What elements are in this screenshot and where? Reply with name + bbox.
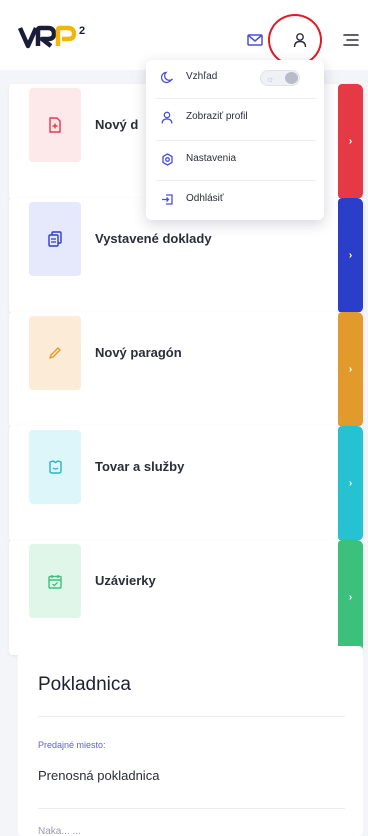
card-new-receipt[interactable]: Nový paragón › xyxy=(9,312,363,427)
menu-item-label: Nastavenia xyxy=(186,153,237,164)
box-icon xyxy=(29,430,81,504)
moon-icon xyxy=(160,70,174,84)
menu-item-view-profile[interactable]: Zobraziť profil xyxy=(146,100,324,136)
sun-icon: ☼ xyxy=(266,74,275,84)
divider xyxy=(156,140,316,141)
logout-icon xyxy=(160,192,174,206)
register-panel: Pokladnica Predajné miesto: Prenosná pok… xyxy=(18,646,363,836)
vrp-logo[interactable]: 2 xyxy=(18,22,108,52)
sales-point-value[interactable]: Prenosná pokladnica xyxy=(38,768,159,783)
menu-item-label: Odhlásiť xyxy=(186,193,224,204)
card-closures[interactable]: Uzávierky › xyxy=(9,540,363,655)
card-label: Nový d xyxy=(95,117,139,132)
mail-icon[interactable] xyxy=(244,30,266,50)
doc-plus-icon xyxy=(29,88,81,162)
register-title: Pokladnica xyxy=(38,674,131,695)
calendar-icon xyxy=(29,544,81,618)
menu-item-settings[interactable]: Nastavenia xyxy=(146,142,324,178)
card-goods-services[interactable]: Tovar a služby › xyxy=(9,426,363,541)
next-field-label: Naka... ... xyxy=(38,826,81,836)
divider xyxy=(38,808,345,809)
menu-item-logout[interactable]: Odhlásiť xyxy=(146,182,324,218)
hamburger-menu-icon[interactable] xyxy=(340,30,362,50)
theme-toggle[interactable]: ☼ xyxy=(260,70,300,86)
card-arrow-tab[interactable]: › xyxy=(338,198,363,313)
menu-item-appearance[interactable]: Vzhľad ☼ xyxy=(146,60,324,96)
divider xyxy=(38,716,345,717)
toggle-knob xyxy=(285,72,298,84)
card-label: Tovar a služby xyxy=(95,459,185,474)
menu-item-label: Zobraziť profil xyxy=(186,111,248,122)
card-arrow-tab[interactable]: › xyxy=(338,312,363,427)
card-arrow-tab[interactable]: › xyxy=(338,84,363,199)
divider xyxy=(156,180,316,181)
divider xyxy=(156,98,316,99)
card-arrow-tab[interactable]: › xyxy=(338,426,363,541)
card-label: Uzávierky xyxy=(95,573,156,588)
sales-point-label: Predajné miesto: xyxy=(38,740,106,750)
card-arrow-tab[interactable]: › xyxy=(338,540,363,655)
gear-icon xyxy=(160,152,174,166)
card-label: Vystavené doklady xyxy=(95,231,212,246)
user-icon xyxy=(160,110,174,124)
card-label: Nový paragón xyxy=(95,345,182,360)
copy-icon xyxy=(29,202,81,276)
menu-item-label: Vzhľad xyxy=(186,71,218,82)
profile-highlight-circle xyxy=(268,14,322,66)
pencil-icon xyxy=(29,316,81,390)
profile-dropdown-menu: Vzhľad ☼ Zobraziť profil Nastavenia Odhl… xyxy=(146,60,324,220)
logo-superscript: 2 xyxy=(79,25,85,37)
